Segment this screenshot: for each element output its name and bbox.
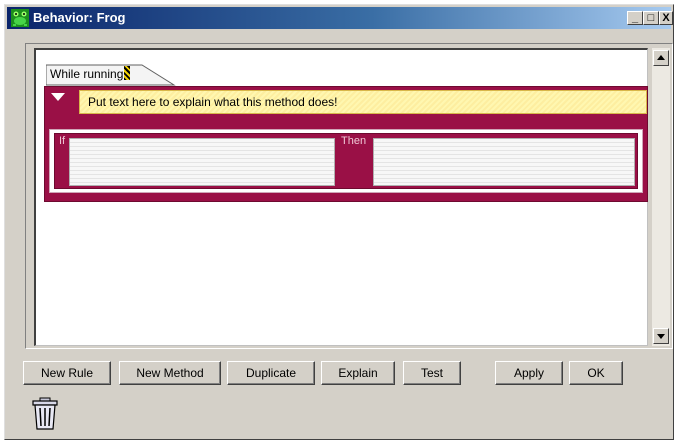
method-comment-box[interactable]: Put text here to explain what this metho…: [79, 90, 647, 114]
close-button[interactable]: X: [659, 11, 673, 25]
test-button[interactable]: Test: [403, 361, 461, 385]
maximize-button[interactable]: □: [643, 11, 659, 25]
edit-pencil-icon[interactable]: [124, 66, 130, 80]
frog-icon: [11, 9, 29, 27]
if-condition-area[interactable]: [69, 138, 335, 186]
title-bar[interactable]: Behavior: Frog _ □ X: [7, 7, 673, 29]
collapse-triangle-icon[interactable]: [51, 93, 65, 101]
method-tab[interactable]: While running: [46, 64, 176, 86]
editor-frame: While running Put text here to explain w…: [25, 43, 673, 349]
new-method-button[interactable]: New Method: [119, 361, 221, 385]
method-canvas[interactable]: While running Put text here to explain w…: [34, 48, 648, 346]
method-tab-label: While running: [50, 67, 124, 81]
behavior-window: Behavior: Frog _ □ X While running Put t…: [4, 4, 674, 440]
trash-can-icon[interactable]: [31, 397, 59, 431]
then-action-area[interactable]: [373, 138, 635, 186]
scroll-down-arrow-icon[interactable]: [653, 328, 669, 344]
scroll-up-arrow-icon[interactable]: [653, 50, 669, 66]
method-block: Put text here to explain what this metho…: [44, 86, 648, 202]
minimize-button[interactable]: _: [627, 11, 643, 25]
explain-button[interactable]: Explain: [321, 361, 395, 385]
duplicate-button[interactable]: Duplicate: [227, 361, 315, 385]
then-label: Then: [341, 135, 367, 147]
if-label: If: [59, 135, 66, 147]
rule[interactable]: If Then: [54, 133, 638, 189]
new-rule-button[interactable]: New Rule: [23, 361, 111, 385]
rule-container: If Then: [49, 129, 643, 193]
window-title: Behavior: Frog: [33, 10, 126, 25]
ok-button[interactable]: OK: [569, 361, 623, 385]
apply-button[interactable]: Apply: [495, 361, 563, 385]
method-comment-text: Put text here to explain what this metho…: [88, 95, 338, 109]
vertical-scrollbar[interactable]: [652, 48, 670, 346]
